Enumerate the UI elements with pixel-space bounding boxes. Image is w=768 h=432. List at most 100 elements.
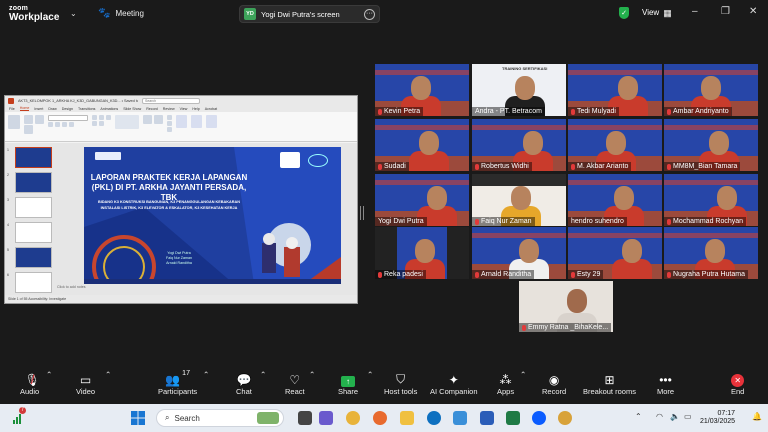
participant-tile[interactable]: Emmy Ratna _BihaKele... xyxy=(519,281,613,332)
participant-tile[interactable]: Mochammad Rochyan xyxy=(664,174,758,226)
current-slide[interactable]: LAPORAN PRAKTEK KERJA LAPANGAN (PKL) DI … xyxy=(84,147,341,284)
participant-tile[interactable]: Reka padesi xyxy=(375,227,469,279)
apps-button[interactable]: ⁂ Apps xyxy=(497,370,514,396)
chat-options-caret[interactable]: ⌃ xyxy=(260,370,266,379)
wifi-icon[interactable]: ◠ xyxy=(656,412,663,421)
mic-muted-icon xyxy=(475,271,479,278)
file-explorer-icon[interactable] xyxy=(400,411,414,425)
ai-companion-button[interactable]: ✦ AI Companion xyxy=(430,370,478,396)
ppt-tab-file[interactable]: File xyxy=(9,107,15,111)
participants-label: Participants xyxy=(158,387,198,396)
participant-tile[interactable]: Esty 29 xyxy=(568,227,662,279)
taskbar-clock[interactable]: 07:17 21/03/2025 xyxy=(700,410,735,426)
participant-tile[interactable]: Tedi Mulyadi xyxy=(568,64,662,116)
ppt-tab-draw[interactable]: Draw xyxy=(48,107,56,111)
participant-tile[interactable]: Yogi Dwi Putra xyxy=(375,174,469,226)
ppt-tab-acrobat[interactable]: Acrobat xyxy=(205,107,217,111)
teams-icon[interactable] xyxy=(319,411,333,425)
excel-icon[interactable] xyxy=(506,411,520,425)
screen-share-indicator[interactable]: YD Yogi Dwi Putra's screen ··· xyxy=(239,5,380,23)
breakout-rooms-button[interactable]: ⊞ Breakout rooms xyxy=(583,370,636,396)
ppt-tab-review[interactable]: Review xyxy=(163,107,175,111)
word-icon[interactable] xyxy=(480,411,494,425)
chat-button[interactable]: 💬 Chat xyxy=(236,370,252,396)
participant-tile[interactable]: MM8M_Bian Tamara xyxy=(664,119,758,171)
participant-tile[interactable]: Kevin Petra xyxy=(375,64,469,116)
slide-thumb-1[interactable] xyxy=(15,147,52,168)
participant-tile[interactable]: Arnald Randitha xyxy=(472,227,566,279)
slide-thumb-2[interactable] xyxy=(15,172,52,193)
edge-icon[interactable] xyxy=(427,411,441,425)
weather-widget-icon[interactable]: 7 xyxy=(12,407,26,425)
participant-face xyxy=(618,76,638,100)
ppt-tab-insert[interactable]: Insert xyxy=(34,107,43,111)
ppt-tab-transitions[interactable]: Transitions xyxy=(78,107,95,111)
firefox-icon[interactable] xyxy=(373,411,387,425)
tray-chevron-icon[interactable]: ⌃ xyxy=(635,412,642,421)
notification-bell-icon[interactable]: 🔔 xyxy=(752,412,762,421)
slide-thumb-3[interactable] xyxy=(15,197,52,218)
chrome-profile-icon[interactable] xyxy=(558,411,572,425)
participants-options-caret[interactable]: ⌃ xyxy=(203,370,209,379)
participant-name-tag: hendro suhendro xyxy=(568,217,627,226)
shared-screen-powerpoint[interactable]: AKT3_KELOMPOK 1_ARKHA KJ_K3D_GABUNGAN_K3… xyxy=(4,95,358,304)
react-button[interactable]: ♡ React xyxy=(285,370,305,396)
restore-icon[interactable]: ❐ xyxy=(721,6,730,17)
participants-button[interactable]: 👥 17 Participants xyxy=(158,370,197,396)
ppt-tab-slideshow[interactable]: Slide Show xyxy=(123,107,141,111)
participant-tile[interactable]: M. Akbar Arianto xyxy=(568,119,662,171)
panel-resize-handle[interactable] xyxy=(360,206,364,220)
participant-tile[interactable]: Robertus Widhi xyxy=(472,119,566,171)
host-tools-button[interactable]: ⛉ Host tools xyxy=(384,370,417,396)
share-button[interactable]: ↑ Share xyxy=(338,370,358,396)
video-button[interactable]: ▭ Video xyxy=(76,370,95,396)
record-button[interactable]: ◉ Record xyxy=(542,370,566,396)
participant-tile[interactable]: TRAINING SERTIFIKASI Andra - PT. Betracom xyxy=(472,64,566,116)
chevron-down-icon[interactable]: ⌄ xyxy=(70,9,77,18)
chat-label: Chat xyxy=(236,387,252,396)
meeting-menu[interactable]: 🐾 Meeting xyxy=(98,8,144,19)
clock-time: 07:17 xyxy=(717,410,736,417)
minimize-icon[interactable]: – xyxy=(692,6,698,17)
ppt-tab-view[interactable]: View xyxy=(180,107,188,111)
more-options-icon[interactable]: ··· xyxy=(364,8,375,20)
participant-tile[interactable]: Nugraha Putra Hutama xyxy=(664,227,758,279)
chrome-icon[interactable] xyxy=(346,411,360,425)
slide-thumb-4[interactable] xyxy=(15,222,52,243)
store-icon[interactable] xyxy=(453,411,467,425)
react-options-caret[interactable]: ⌃ xyxy=(309,370,315,379)
ppt-tab-help[interactable]: Help xyxy=(192,107,199,111)
participant-tile[interactable]: Sudadi xyxy=(375,119,469,171)
audio-button[interactable]: 🎙 / Audio xyxy=(20,370,40,396)
ppt-tab-home[interactable]: Home xyxy=(19,106,30,111)
participant-tile[interactable]: Ambar Andriyanto xyxy=(664,64,758,116)
audio-options-caret[interactable]: ⌃ xyxy=(46,370,52,379)
zoom-taskbar-icon[interactable] xyxy=(532,411,546,425)
slide-notes-placeholder[interactable]: Click to add notes xyxy=(57,285,86,289)
mic-muted-icon xyxy=(667,163,671,170)
security-shield-icon[interactable]: ✓ xyxy=(619,7,629,19)
brand-bottom: Workplace xyxy=(9,12,60,23)
participant-name-tag: Andra - PT. Betracom xyxy=(472,107,545,116)
end-button[interactable]: ✕ End xyxy=(731,370,744,396)
participant-tile[interactable]: Faiq Nur Zaman xyxy=(472,174,566,226)
ppt-tab-design[interactable]: Design xyxy=(62,107,73,111)
close-icon[interactable]: ✕ xyxy=(749,6,757,17)
video-options-caret[interactable]: ⌃ xyxy=(105,370,111,379)
apps-options-caret[interactable]: ⌃ xyxy=(520,370,526,379)
windows-start-icon[interactable] xyxy=(131,411,145,425)
ppt-search-input[interactable]: Search xyxy=(142,97,200,104)
ppt-tab-record[interactable]: Record xyxy=(146,107,158,111)
task-view-icon[interactable] xyxy=(298,411,312,425)
view-button[interactable]: View ▦ xyxy=(642,8,672,19)
volume-icon[interactable]: 🔈 xyxy=(670,412,680,421)
apps-label: Apps xyxy=(497,387,515,396)
participant-tile[interactable]: hendro suhendro xyxy=(568,174,662,226)
taskbar-search[interactable]: ⌕ Search xyxy=(156,409,284,427)
more-button[interactable]: ••• More xyxy=(657,370,674,396)
slide-thumb-6[interactable] xyxy=(15,272,52,293)
share-options-caret[interactable]: ⌃ xyxy=(367,370,373,379)
ppt-tab-animations[interactable]: Animations xyxy=(100,107,118,111)
battery-icon[interactable]: ▭ xyxy=(684,412,692,421)
slide-thumb-5[interactable] xyxy=(15,247,52,268)
